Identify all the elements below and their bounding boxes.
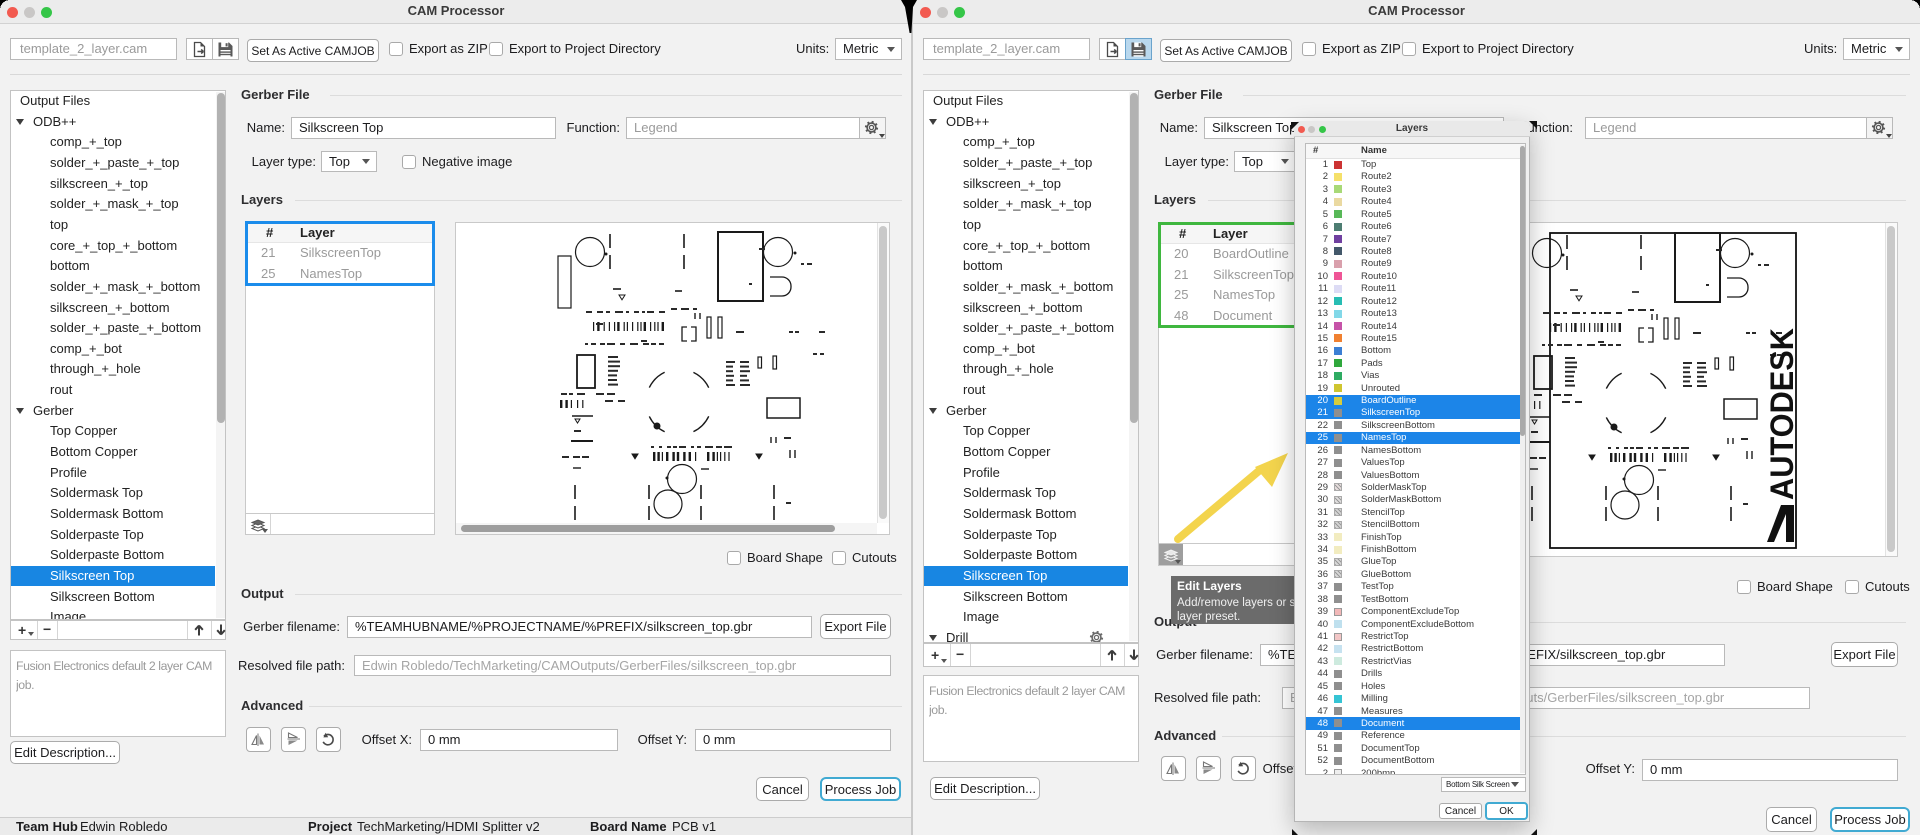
svg-text:AUTODESK: AUTODESK xyxy=(1764,328,1800,500)
